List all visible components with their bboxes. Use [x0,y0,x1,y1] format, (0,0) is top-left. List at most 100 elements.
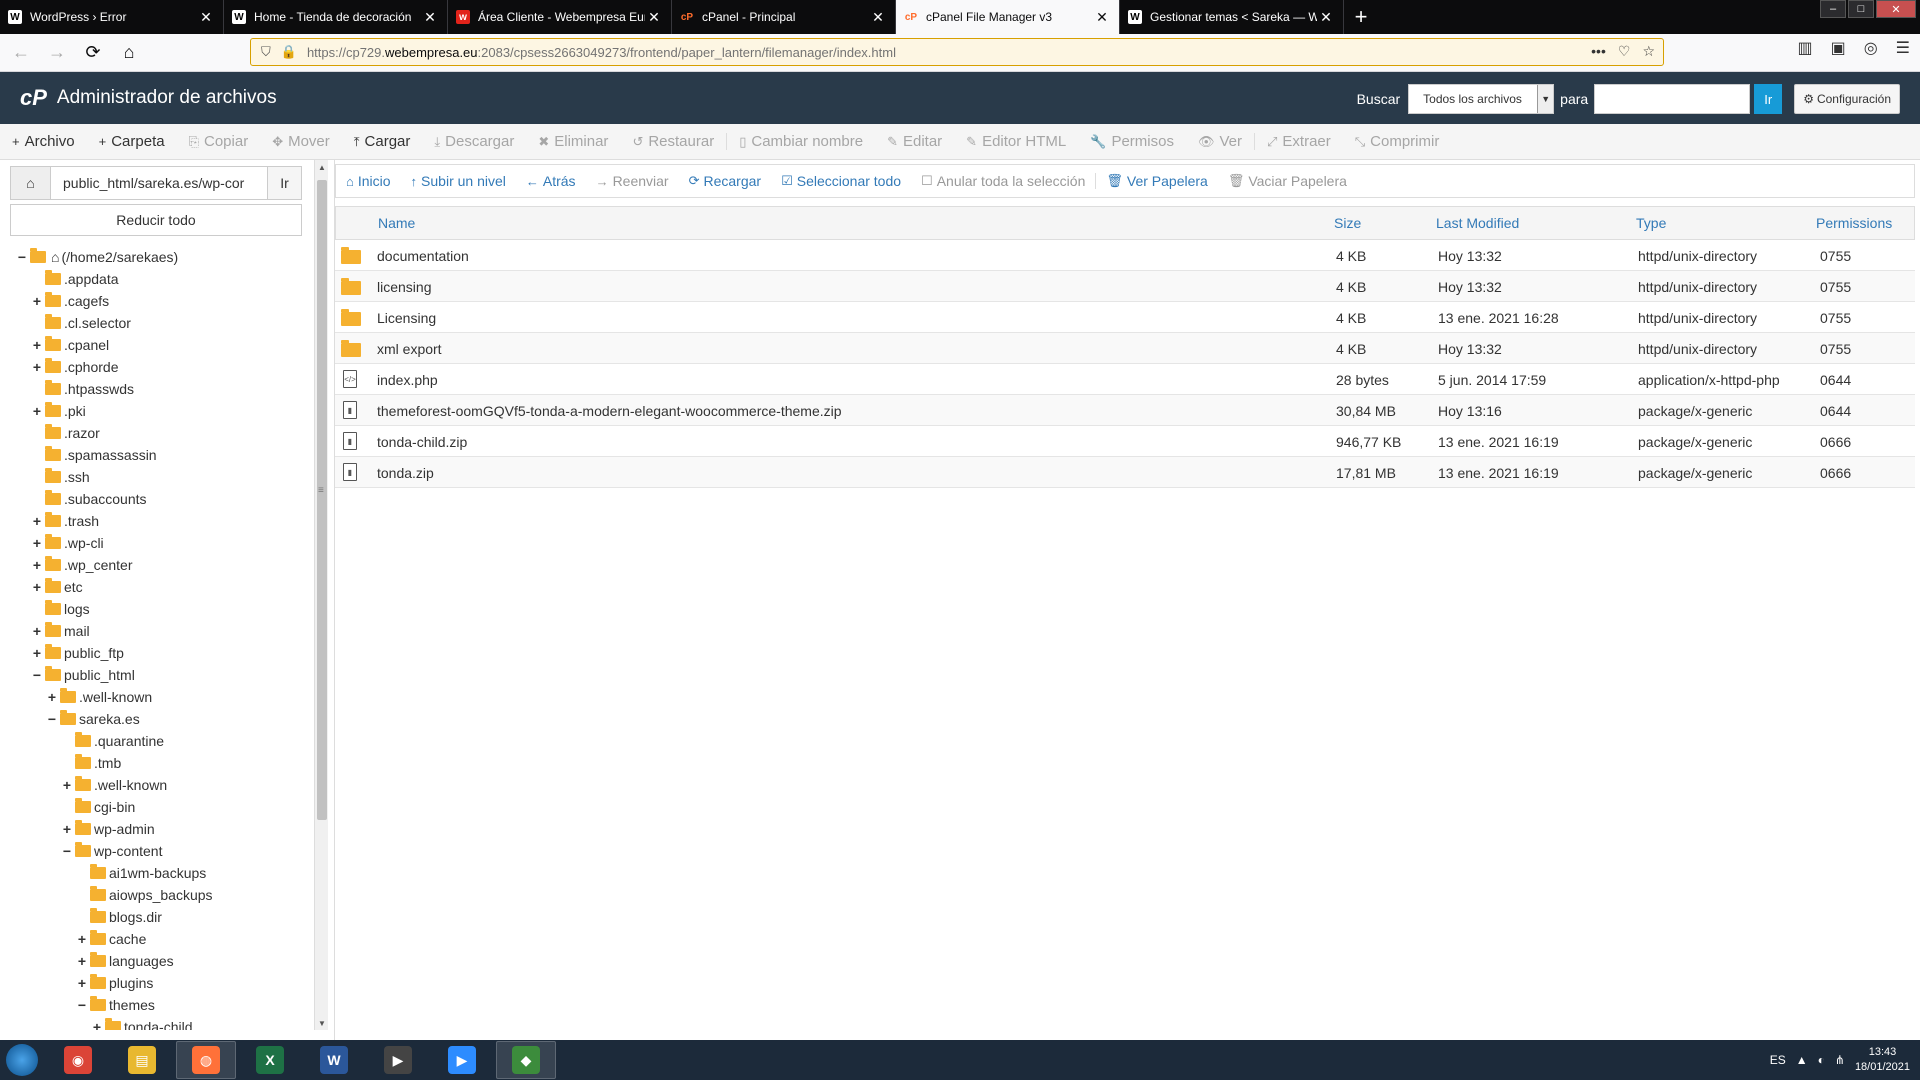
taskbar-explorer-button[interactable]: ▤ [112,1041,172,1079]
toolbar-comprimir-button[interactable]: ⤡ Comprimir [1343,133,1452,150]
expand-icon[interactable]: + [61,821,73,837]
browser-tab[interactable]: cP cPanel File Manager v3 ✕ [896,0,1120,34]
shield-icon[interactable]: ⛉ [261,44,271,60]
search-go-button[interactable]: Ir [1754,84,1783,114]
tray-expand-icon[interactable]: ▲ [1796,1053,1808,1067]
expand-icon[interactable]: + [31,403,43,419]
nav-ver-papelera-button[interactable]: 🗑 Ver Papelera [1095,173,1217,189]
expand-icon[interactable]: + [31,623,43,639]
toolbar-editor-html-button[interactable]: ✎ Editor HTML [954,133,1078,150]
more-icon[interactable]: ••• [1591,43,1606,60]
path-input[interactable]: public_html/sareka.es/wp-cor [51,167,267,199]
start-button[interactable] [0,1040,44,1080]
col-name[interactable]: Name [378,215,415,231]
new-tab-button[interactable]: + [1344,0,1378,34]
table-row[interactable]: </> index.php 28 bytes 5 jun. 2014 17:59 app… [335,364,1915,395]
tree-node[interactable]: + .wp-cli [0,532,314,554]
network-icon[interactable]: ⋔ [1835,1053,1845,1067]
tree-node[interactable]: + .well-known [0,686,314,708]
scroll-up-icon[interactable]: ▲ [315,160,329,174]
expand-icon[interactable]: + [46,689,58,705]
cpanel-logo[interactable]: cP [20,85,47,111]
tree-node[interactable]: .tmb [0,752,314,774]
tree-node[interactable]: + plugins [0,972,314,994]
browser-tab[interactable]: W WordPress › Error ✕ [0,0,224,34]
tree-node[interactable]: ai1wm-backups [0,862,314,884]
toolbar-cambiar-nombre-button[interactable]: ▯ Cambiar nombre [726,133,875,150]
expand-icon[interactable]: + [31,535,43,551]
nav-seleccionar-todo-button[interactable]: ☑ Seleccionar todo [771,173,911,189]
tree-node[interactable]: − themes [0,994,314,1016]
tree-node[interactable]: aiowps_backups [0,884,314,906]
toolbar-permisos-button[interactable]: 🔧 Permisos [1078,133,1186,150]
taskbar-terminal-button[interactable]: ▶ [368,1041,428,1079]
tree-node[interactable]: − public_html [0,664,314,686]
collapse-icon[interactable]: − [46,711,58,727]
tree-node[interactable]: .htpasswds [0,378,314,400]
toolbar-mover-button[interactable]: ✥ Mover [260,133,342,150]
toolbar-archivo-button[interactable]: + Archivo [0,133,87,150]
col-size[interactable]: Size [1334,215,1361,231]
close-icon[interactable]: ✕ [197,9,215,26]
search-scope-select[interactable]: Todos los archivos ▼ [1408,84,1555,114]
tree-node[interactable]: + mail [0,620,314,642]
scroll-down-icon[interactable]: ▼ [315,1016,329,1030]
tree-scrollbar[interactable]: ▲ ≡ ▼ [314,160,328,1030]
expand-icon[interactable]: + [31,579,43,595]
nav-recargar-button[interactable]: ⟳ Recargar [679,173,772,189]
taskbar-zoom-button[interactable]: ▶ [432,1041,492,1079]
tree-node[interactable]: + .wp_center [0,554,314,576]
tree-node[interactable]: logs [0,598,314,620]
expand-icon[interactable]: + [61,777,73,793]
home-icon[interactable]: ⌂ [114,38,144,68]
sidebar-icon[interactable]: ▣ [1831,38,1846,58]
tree-node[interactable]: .spamassassin [0,444,314,466]
tree-node[interactable]: + .well-known [0,774,314,796]
expand-icon[interactable]: + [76,931,88,947]
toolbar-editar-button[interactable]: ✎ Editar [875,133,954,150]
tree-node[interactable]: − ⌂ (/home2/sarekaes) [0,246,314,268]
pocket-icon[interactable]: ♡ [1618,43,1631,60]
browser-tab[interactable]: cP cPanel - Principal ✕ [672,0,896,34]
table-row[interactable]: documentation 4 KB Hoy 13:32 httpd/unix-dir… [335,240,1915,271]
table-row[interactable]: Licensing 4 KB 13 ene. 2021 16:28 httpd/uni… [335,302,1915,333]
tree-node[interactable]: − wp-content [0,840,314,862]
expand-icon[interactable]: + [31,557,43,573]
tree-node[interactable]: + .cphorde [0,356,314,378]
library-icon[interactable]: ▥ [1797,38,1812,58]
expand-icon[interactable]: + [31,645,43,661]
expand-icon[interactable]: + [76,953,88,969]
close-icon[interactable]: ✕ [645,9,663,26]
reload-icon[interactable]: ⟳ [78,38,108,68]
scroll-thumb[interactable] [317,180,327,820]
tree-node[interactable]: + languages [0,950,314,972]
tree-node[interactable]: + cache [0,928,314,950]
table-row[interactable]: ▮ tonda-child.zip 946,77 KB 13 ene. 2021 16… [335,426,1915,457]
menu-icon[interactable]: ☰ [1896,38,1910,58]
search-input[interactable] [1594,84,1751,114]
expand-icon[interactable]: + [31,359,43,375]
collapse-icon[interactable]: − [61,843,73,859]
collapse-icon[interactable]: − [16,249,28,265]
minimize-icon[interactable]: – [1820,0,1846,18]
tree-node[interactable]: .razor [0,422,314,444]
close-icon[interactable]: ✕ [1317,9,1335,26]
tree-node[interactable]: − sareka.es [0,708,314,730]
col-permissions[interactable]: Permissions [1816,215,1892,231]
tree-node[interactable]: + tonda-child [0,1016,314,1030]
toolbar-ver-button[interactable]: 👁 Ver [1186,133,1254,150]
taskbar-excel-button[interactable]: X [240,1041,300,1079]
expand-icon[interactable]: + [91,1019,103,1030]
taskbar-firefox-button[interactable]: ◍ [176,1041,236,1079]
back-icon[interactable]: ← [6,38,36,68]
table-row[interactable]: xml export 4 KB Hoy 13:32 httpd/unix-direct… [335,333,1915,364]
toolbar-extraer-button[interactable]: ⤢ Extraer [1254,133,1343,150]
collapse-icon[interactable]: − [76,997,88,1013]
tree-node[interactable]: blogs.dir [0,906,314,928]
toolbar-eliminar-button[interactable]: ✖ Eliminar [526,133,620,150]
language-indicator[interactable]: ES [1770,1053,1786,1067]
expand-icon[interactable]: + [31,293,43,309]
expand-icon[interactable]: + [31,513,43,529]
table-row[interactable]: licensing 4 KB Hoy 13:32 httpd/unix-directo… [335,271,1915,302]
tree-node[interactable]: + .pki [0,400,314,422]
